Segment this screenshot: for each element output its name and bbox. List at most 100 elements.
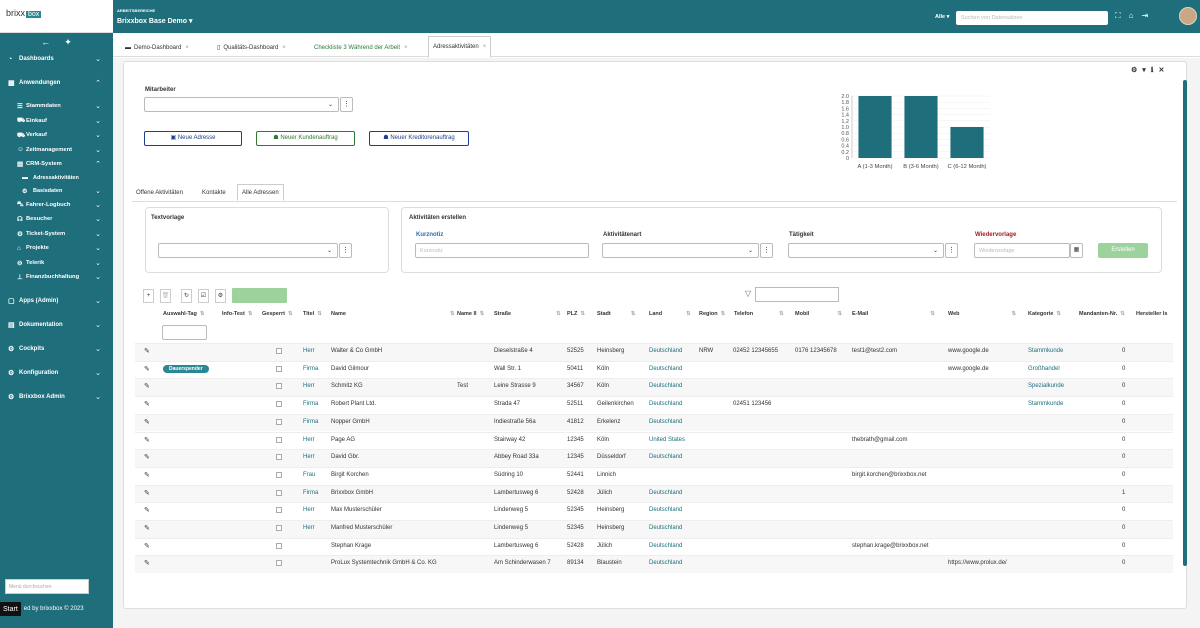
pin-icon[interactable]: ✦ [64, 37, 72, 48]
textvorlage-select[interactable]: ⌄ [158, 243, 338, 258]
bar[interactable] [950, 127, 984, 158]
sidebar-item-finanz[interactable]: ⊥ Finanzbuchhaltung ⌄ [0, 270, 113, 285]
neuer-kreditorenauftrag-button[interactable]: ☗ Neuer Kreditorenauftrag [369, 131, 469, 146]
table-row[interactable]: ✎ Herr Walter & Co GmbH Dieselstraße 4 52525… [135, 343, 1173, 361]
calendar-icon[interactable]: ▦ [1070, 243, 1083, 258]
bar[interactable] [858, 96, 892, 158]
table-row[interactable]: ✎ Herr Max Musterschüler Lindenweg 5 52345 He… [135, 502, 1173, 520]
textvorlage-options-button[interactable]: ⋮ [339, 243, 352, 258]
workspace-selector[interactable]: Brixxbox Base Demo ▾ [117, 17, 193, 25]
table-filter-input[interactable] [755, 287, 839, 302]
table-row[interactable]: ✎ Frau Birgit Korchen Südring 10 52441 Linnic… [135, 466, 1173, 485]
logo[interactable]: brixx box [0, 0, 113, 33]
header-region[interactable]: Region ⇅ [699, 311, 725, 317]
gesperrt-checkbox[interactable] [276, 507, 282, 514]
tab-offene-aktivitaeten[interactable]: Offene Aktivitäten [132, 185, 187, 201]
header-name[interactable]: Name ⇅ [331, 311, 455, 317]
sidebar-item-cockpits[interactable]: ⚙ Cockpits ⌄ [0, 341, 113, 357]
gesperrt-checkbox[interactable] [276, 525, 282, 531]
header-hersteller[interactable]: Hersteller Is [1136, 311, 1172, 317]
table-row[interactable]: ✎ Dauerspender Firma David Gilmour Wall Str.… [135, 360, 1173, 379]
gesperrt-checkbox[interactable] [276, 418, 282, 425]
home-icon[interactable]: ⌂ [1129, 11, 1134, 21]
wiedervorlage-input[interactable]: Wiedervorlage [974, 243, 1070, 258]
edit-icon[interactable]: ✎ [144, 347, 150, 355]
tab-demo-dashboard[interactable]: ▬ Demo-Dashboard × [121, 38, 193, 57]
gesperrt-checkbox[interactable] [276, 348, 282, 354]
bar[interactable] [904, 96, 938, 158]
table-row[interactable]: ✎ Stephan Krage Lambertusweg 6 52428 Jülich D… [135, 537, 1173, 556]
edit-icon[interactable]: ✎ [144, 559, 150, 567]
header-info-test[interactable]: Info-Test ⇅ [222, 311, 252, 317]
sidebar-item-dokumentation[interactable]: ▤ Dokumentation ⌄ [0, 317, 113, 333]
edit-icon[interactable]: ✎ [144, 436, 150, 444]
table-row[interactable]: ✎ Herr Page AG Stairway 42 12345 Köln United S… [135, 431, 1173, 450]
mitarbeiter-select[interactable]: ⌄ [144, 97, 339, 112]
green-action-button[interactable] [232, 288, 287, 303]
sidebar-item-verkauf[interactable]: ⛟ Verkauf ⌄ [0, 128, 113, 143]
close-icon[interactable]: × [404, 45, 408, 51]
global-search-input[interactable]: Suchen von Datensätzen [956, 11, 1108, 25]
edit-icon[interactable]: ✎ [144, 471, 150, 479]
header-stadt[interactable]: Stadt ⇅ [597, 311, 635, 317]
sidebar-item-projekte[interactable]: ⌂ Projekte ⌄ [0, 241, 113, 256]
gesperrt-checkbox[interactable] [276, 436, 282, 443]
table-row[interactable]: ✎ Firma Brixxbox GmbH Lambertusweg 6 52428 Jü… [135, 484, 1173, 503]
auswahl-tag-filter-input[interactable] [162, 325, 207, 340]
close-icon[interactable]: × [185, 45, 189, 51]
table-row[interactable]: ✎ Herr David Gbr. Abbey Road 33a 12345 Düssel… [135, 449, 1173, 467]
header-name-ii[interactable]: Name II ⇅ [457, 311, 484, 317]
delete-icon[interactable]: 🗑 [160, 289, 171, 303]
header-mandanten-nr[interactable]: Mandanten-Nr. ⇅ [1079, 311, 1125, 317]
search-filter-dropdown[interactable]: Alle ▾ [935, 14, 949, 20]
menu-search-input[interactable]: Menü durchsuchen [5, 579, 89, 594]
table-row[interactable]: ✎ Firma Robert Plant Ltd. Strada 47 52511 Gei… [135, 396, 1173, 414]
gesperrt-checkbox[interactable] [276, 365, 282, 372]
refresh-icon[interactable]: ↻ [181, 289, 192, 303]
sidebar-item-basisdaten[interactable]: ⚙ Basisdaten ⌄ [0, 185, 113, 198]
edit-icon[interactable]: ✎ [144, 365, 150, 373]
header-titel[interactable]: Titel ⇅ [303, 311, 322, 317]
edit-icon[interactable]: ✎ [144, 400, 150, 408]
close-icon[interactable]: ✕ [1158, 66, 1164, 74]
sidebar-item-brixxbox-admin[interactable]: ⚙ Brixxbox Admin ⌄ [0, 389, 113, 405]
avatar[interactable] [1179, 7, 1197, 25]
sidebar-item-ticket[interactable]: ⚙ Ticket-System ⌄ [0, 227, 113, 242]
close-icon[interactable]: × [282, 45, 286, 51]
add-icon[interactable]: + [143, 289, 154, 303]
edit-icon[interactable]: ✎ [144, 524, 150, 532]
edit-icon[interactable]: ✎ [144, 542, 150, 550]
gesperrt-checkbox[interactable] [276, 560, 282, 567]
taetigkeit-options-button[interactable]: ⋮ [945, 243, 958, 258]
aktivitaetenart-select[interactable]: ⌄ [602, 243, 759, 258]
edit-icon[interactable]: ✎ [144, 506, 150, 514]
scrollbar[interactable] [1183, 80, 1187, 566]
sidebar-item-telerik[interactable]: ⊖ Telerik ⌄ [0, 256, 113, 271]
chevron-down-icon[interactable]: ▾ [1142, 66, 1146, 74]
tab-adressaktivitaeten[interactable]: Adressaktivitäten × [428, 36, 492, 58]
filter-icon[interactable]: ▽ [745, 289, 751, 298]
close-icon[interactable]: × [483, 44, 487, 50]
erstellen-button[interactable]: Erstellen [1098, 243, 1148, 258]
gesperrt-checkbox[interactable] [276, 401, 282, 408]
settings-icon[interactable]: ⚙ [1131, 66, 1137, 74]
fullscreen-icon[interactable]: ⛶ [1115, 11, 1121, 21]
check-icon[interactable]: ☑ [198, 289, 209, 303]
tab-qualitaets-dashboard[interactable]: ▯ Qualitäts-Dashboard × [213, 38, 290, 57]
arrow-left-icon[interactable]: ← [41, 37, 50, 47]
header-gesperrt[interactable]: Gesperrt ⇅ [262, 311, 293, 317]
mitarbeiter-options-button[interactable]: ⋮ [340, 97, 353, 112]
gesperrt-checkbox[interactable] [276, 489, 282, 496]
sidebar-item-anwendungen[interactable]: ▦ Anwendungen ⌃ [0, 75, 113, 91]
edit-icon[interactable]: ✎ [144, 418, 150, 426]
table-row[interactable]: ✎ Herr Manfred Musterschüler Lindenweg 5 523… [135, 520, 1173, 538]
sidebar-item-crm[interactable]: ▤ CRM-System ⌃ [0, 157, 113, 172]
edit-icon[interactable]: ✎ [144, 382, 150, 390]
aktivitaetenart-options-button[interactable]: ⋮ [760, 243, 773, 258]
header-plz[interactable]: PLZ ⇅ [567, 311, 585, 317]
info-icon[interactable]: ℹ [1151, 66, 1154, 74]
table-row[interactable]: ✎ ProLux Systemtechnik GmbH & Co. KG Am Sc… [135, 555, 1173, 574]
edit-icon[interactable]: ✎ [144, 453, 150, 461]
sidebar-item-konfiguration[interactable]: ⚙ Konfiguration ⌄ [0, 365, 113, 381]
table-row[interactable]: ✎ Herr Schmitz KG Test Leine Strasse 9 34567 K… [135, 378, 1173, 397]
